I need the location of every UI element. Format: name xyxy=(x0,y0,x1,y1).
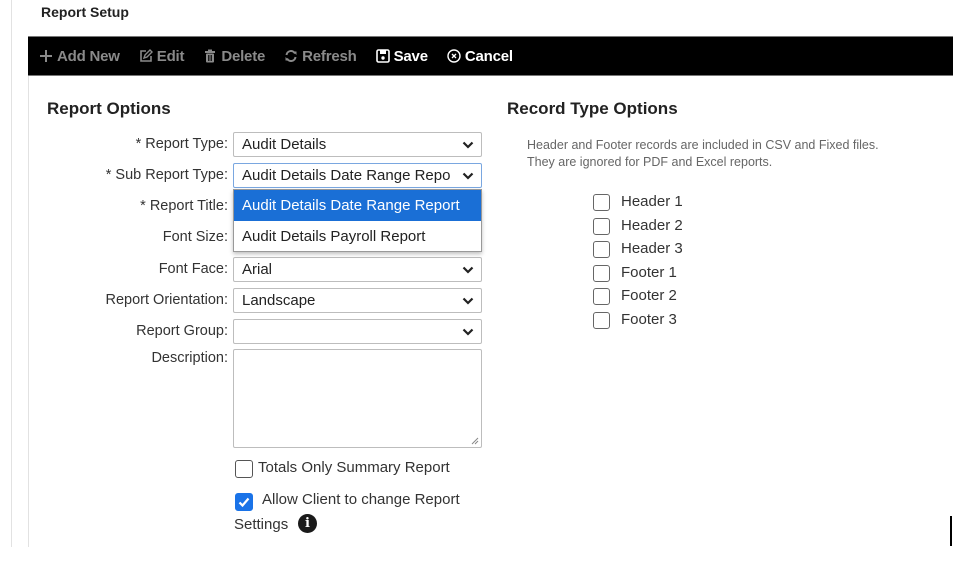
report-orientation-value: Landscape xyxy=(242,292,316,309)
allow-client-change-checkbox[interactable] xyxy=(235,493,253,511)
sub-report-type-value: Audit Details Date Range Repo xyxy=(242,167,451,184)
add-new-label: Add New xyxy=(57,47,120,65)
delete-button[interactable]: Delete xyxy=(203,48,265,65)
info-icon[interactable]: i xyxy=(298,514,317,533)
font-face-select[interactable]: Arial xyxy=(233,257,482,282)
save-label: Save xyxy=(393,47,428,65)
sub-report-type-select[interactable]: Audit Details Date Range Repo xyxy=(233,163,482,188)
chevron-down-icon xyxy=(462,328,474,336)
save-icon xyxy=(375,49,390,63)
report-title-label: * Report Title: xyxy=(140,198,228,214)
dropdown-option[interactable]: Audit Details Date Range Report xyxy=(234,190,481,221)
totals-only-label: Totals Only Summary Report xyxy=(258,459,450,476)
report-orientation-label: Report Orientation: xyxy=(105,292,228,308)
cancel-circle-icon xyxy=(447,49,461,63)
cancel-button[interactable]: Cancel xyxy=(447,48,513,65)
record-type-description-line2: They are ignored for PDF and Excel repor… xyxy=(527,155,773,169)
refresh-icon xyxy=(284,49,298,63)
text-cursor-line xyxy=(950,516,952,546)
record-type-description-line1: Header and Footer records are included i… xyxy=(527,138,879,152)
header-3-label: Header 3 xyxy=(621,240,683,257)
toolbar: Add New Edit Delete Refresh Save Cancel xyxy=(28,36,953,76)
font-face-value: Arial xyxy=(242,261,273,278)
totals-only-checkbox[interactable] xyxy=(235,460,253,478)
font-size-label: Font Size: xyxy=(162,229,228,245)
header-2-label: Header 2 xyxy=(621,217,683,234)
dropdown-option[interactable]: Audit Details Payroll Report xyxy=(234,221,481,252)
report-group-select[interactable] xyxy=(233,319,482,344)
save-button[interactable]: Save xyxy=(375,47,428,65)
resize-grip-icon[interactable] xyxy=(469,435,479,445)
chevron-down-icon xyxy=(462,266,474,274)
refresh-button[interactable]: Refresh xyxy=(284,47,357,65)
report-orientation-row: Report Orientation: Landscape xyxy=(0,288,490,314)
edit-label: Edit xyxy=(156,47,185,65)
report-type-row: * Report Type: Audit Details xyxy=(0,132,490,158)
header-1-label: Header 1 xyxy=(621,193,683,210)
plus-icon xyxy=(39,49,53,63)
report-group-row: Report Group: xyxy=(0,319,490,345)
sub-report-type-dropdown: Audit Details Date Range Report Audit De… xyxy=(233,189,482,252)
footer-2-label: Footer 2 xyxy=(621,287,677,304)
report-type-select[interactable]: Audit Details xyxy=(233,132,482,157)
footer-3-checkbox[interactable] xyxy=(593,312,610,329)
allow-client-change-label-cont: Settings xyxy=(234,516,289,533)
report-type-value: Audit Details xyxy=(242,136,327,153)
report-options-heading: Report Options xyxy=(47,99,171,118)
header-1-checkbox[interactable] xyxy=(593,194,610,211)
record-type-description: Header and Footer records are included i… xyxy=(527,137,879,171)
trash-icon xyxy=(203,49,217,63)
description-label: Description: xyxy=(151,350,228,366)
refresh-label: Refresh xyxy=(302,47,357,65)
delete-label: Delete xyxy=(221,47,266,65)
cancel-label: Cancel xyxy=(464,47,513,65)
chevron-down-icon xyxy=(462,172,474,180)
header-2-checkbox[interactable] xyxy=(593,218,610,235)
page-title: Report Setup xyxy=(41,4,129,20)
record-type-options-heading: Record Type Options xyxy=(507,99,678,118)
allow-client-change-label: Allow Client to change Report xyxy=(262,491,460,508)
chevron-down-icon xyxy=(462,141,474,149)
edit-icon xyxy=(139,49,153,63)
footer-1-label: Footer 1 xyxy=(621,264,677,281)
sub-report-type-label: * Sub Report Type: xyxy=(105,167,228,183)
report-orientation-select[interactable]: Landscape xyxy=(233,288,482,313)
edit-button[interactable]: Edit xyxy=(139,48,185,65)
footer-2-checkbox[interactable] xyxy=(593,288,610,305)
footer-3-label: Footer 3 xyxy=(621,311,677,328)
checkmark-icon xyxy=(238,497,250,508)
footer-1-checkbox[interactable] xyxy=(593,265,610,282)
font-face-label: Font Face: xyxy=(158,261,228,277)
report-type-label: * Report Type: xyxy=(135,136,228,152)
header-3-checkbox[interactable] xyxy=(593,241,610,258)
font-face-row: Font Face: Arial xyxy=(0,257,490,283)
description-textarea[interactable] xyxy=(233,349,482,448)
report-group-label: Report Group: xyxy=(136,323,228,339)
sub-report-type-row: * Sub Report Type: Audit Details Date Ra… xyxy=(0,163,490,189)
add-new-button[interactable]: Add New xyxy=(39,48,120,65)
chevron-down-icon xyxy=(462,297,474,305)
